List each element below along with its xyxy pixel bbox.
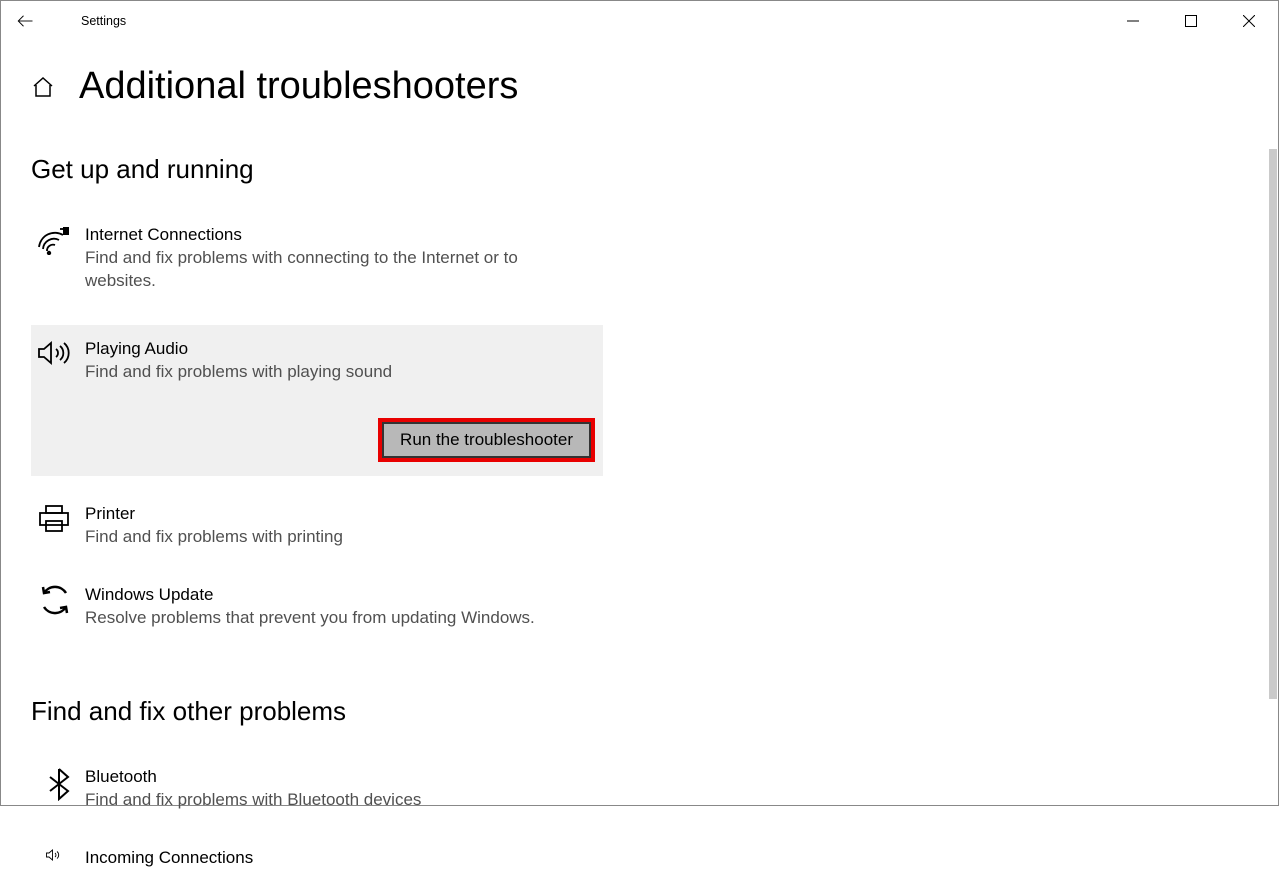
section-find-fix-other: Find and fix other problems bbox=[31, 696, 1278, 727]
printer-icon bbox=[31, 504, 85, 534]
run-troubleshooter-button[interactable]: Run the troubleshooter bbox=[382, 422, 591, 458]
maximize-icon bbox=[1185, 15, 1197, 27]
item-text: Bluetooth Find and fix problems with Blu… bbox=[85, 767, 603, 812]
speaker-icon bbox=[31, 848, 85, 862]
close-button[interactable] bbox=[1220, 1, 1278, 41]
item-desc: Resolve problems that prevent you from u… bbox=[85, 607, 591, 630]
minimize-button[interactable] bbox=[1104, 1, 1162, 41]
item-title: Incoming Connections bbox=[85, 848, 591, 868]
item-text: Playing Audio Find and fix problems with… bbox=[85, 339, 603, 384]
close-icon bbox=[1243, 15, 1255, 27]
minimize-icon bbox=[1127, 15, 1139, 27]
maximize-button[interactable] bbox=[1162, 1, 1220, 41]
item-title: Playing Audio bbox=[85, 339, 591, 359]
item-desc: Find and fix problems with Bluetooth dev… bbox=[85, 789, 591, 812]
back-button[interactable] bbox=[1, 1, 49, 41]
item-title: Printer bbox=[85, 504, 591, 524]
vertical-scrollbar[interactable] bbox=[1269, 149, 1277, 699]
troubleshooter-playing-audio[interactable]: Playing Audio Find and fix problems with… bbox=[31, 325, 603, 402]
bluetooth-icon bbox=[31, 767, 85, 801]
item-text: Windows Update Resolve problems that pre… bbox=[85, 585, 603, 630]
troubleshooter-incoming-connections[interactable]: Incoming Connections bbox=[31, 844, 603, 878]
item-desc: Find and fix problems with playing sound bbox=[85, 361, 591, 384]
page-header: Additional troubleshooters bbox=[31, 65, 1278, 108]
item-title: Windows Update bbox=[85, 585, 591, 605]
app-title: Settings bbox=[81, 14, 126, 28]
run-button-container: Run the troubleshooter bbox=[31, 402, 603, 476]
item-text: Printer Find and fix problems with print… bbox=[85, 504, 603, 549]
titlebar-left: Settings bbox=[1, 1, 126, 41]
item-desc: Find and fix problems with connecting to… bbox=[85, 247, 591, 293]
item-text: Incoming Connections bbox=[85, 848, 603, 870]
troubleshooter-printer[interactable]: Printer Find and fix problems with print… bbox=[31, 500, 603, 557]
troubleshooter-internet-connections[interactable]: Internet Connections Find and fix proble… bbox=[31, 221, 603, 301]
content-area: Additional troubleshooters Get up and ru… bbox=[1, 41, 1278, 878]
titlebar: Settings bbox=[1, 1, 1278, 41]
troubleshooter-windows-update[interactable]: Windows Update Resolve problems that pre… bbox=[31, 581, 603, 638]
audio-icon bbox=[31, 339, 85, 367]
internet-icon bbox=[31, 225, 85, 255]
home-button[interactable] bbox=[31, 75, 55, 99]
page-title: Additional troubleshooters bbox=[79, 65, 518, 108]
window-controls bbox=[1104, 1, 1278, 41]
update-icon bbox=[31, 585, 85, 615]
item-text: Internet Connections Find and fix proble… bbox=[85, 225, 603, 293]
item-desc: Find and fix problems with printing bbox=[85, 526, 591, 549]
item-title: Internet Connections bbox=[85, 225, 591, 245]
home-icon bbox=[31, 75, 55, 99]
section-get-up-running: Get up and running bbox=[31, 154, 1278, 185]
arrow-left-icon bbox=[16, 12, 34, 30]
troubleshooter-bluetooth[interactable]: Bluetooth Find and fix problems with Blu… bbox=[31, 763, 603, 820]
item-title: Bluetooth bbox=[85, 767, 591, 787]
